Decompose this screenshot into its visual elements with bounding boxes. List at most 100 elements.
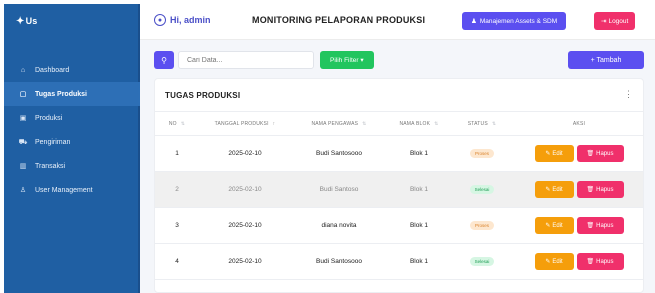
status-badge: Proses	[469, 149, 494, 158]
edit-button[interactable]: ✎ Edit	[534, 217, 574, 234]
logo-mark-icon: ✦	[16, 16, 25, 27]
block-name: Blok 1	[387, 135, 451, 172]
actions-cell: ✎ Edit 🗑 Hapus	[513, 135, 643, 172]
more-options-icon[interactable]: ⋮	[624, 89, 633, 100]
edit-button[interactable]: ✎ Edit	[534, 145, 574, 162]
block-name: Blok 1	[387, 243, 451, 280]
manage-assets-button[interactable]: ♟ Manajemen Assets & SDM	[462, 12, 567, 30]
actions-cell: ✎ Edit 🗑 Hapus	[513, 171, 643, 208]
sidebar-item-pengiriman[interactable]: ⛟ Pengiriman	[4, 130, 140, 154]
sidebar-item-transaksi[interactable]: ▥ Transaksi	[4, 154, 140, 178]
delete-button[interactable]: 🗑 Hapus	[576, 217, 624, 234]
sidebar-item-label: Produksi	[35, 114, 63, 122]
col-status-header[interactable]: STATUS ⇅	[451, 111, 513, 136]
col-block-header[interactable]: NAMA BLOK ⇅	[387, 111, 451, 136]
edit-button[interactable]: ✎ Edit	[534, 253, 574, 270]
supervisor-name: Budi Santosooo	[291, 243, 387, 280]
sort-icon[interactable]: ⇅	[492, 121, 496, 127]
table-body: 1 2025-02-10 Budi Santosooo Blok 1 Proses ✎ Ed…	[155, 135, 643, 280]
truck-icon: ⛟	[18, 138, 28, 146]
row-number: 3	[155, 207, 199, 244]
search-input[interactable]	[178, 51, 314, 69]
col-supervisor-header[interactable]: NAMA PENGAWAS ⇅	[291, 111, 387, 136]
status-badge: Selesai	[469, 257, 495, 266]
greeting-text: Hi, admin	[170, 15, 211, 25]
trash-icon: 🗑	[586, 223, 595, 229]
add-button[interactable]: + Tambah	[568, 51, 644, 69]
supervisor-name: diana novita	[291, 207, 387, 244]
logout-label: Logout	[608, 17, 629, 25]
sidebar-item-dashboard[interactable]: ⌂ Dashboard	[4, 58, 140, 82]
delete-button[interactable]: 🗑 Hapus	[576, 253, 624, 270]
supervisor-name: Budi Santoso	[291, 171, 387, 208]
sort-asc-icon[interactable]: ↑	[273, 121, 276, 127]
actions-cell: ✎ Edit 🗑 Hapus	[513, 243, 643, 280]
delete-label: Hapus	[596, 222, 614, 229]
row-number: 2	[155, 171, 199, 208]
col-no-header[interactable]: NO ⇅	[155, 111, 199, 136]
logout-button[interactable]: ⇥ Logout	[594, 12, 636, 30]
filter-dropdown-button[interactable]: Pilih Filter ▾	[320, 51, 374, 69]
delete-button[interactable]: 🗑 Hapus	[576, 181, 624, 198]
sort-icon[interactable]: ⇅	[362, 121, 366, 127]
sort-icon[interactable]: ⇅	[434, 121, 438, 127]
toolbar: ⚲ Pilih Filter ▾ + Tambah	[154, 51, 644, 71]
production-date: 2025-02-10	[199, 135, 291, 172]
card-title: TUGAS PRODUKSI	[165, 91, 241, 100]
column-header-label: NAMA PENGAWAS	[311, 120, 359, 127]
logout-icon: ⇥	[601, 18, 607, 25]
edit-button[interactable]: ✎ Edit	[534, 181, 574, 198]
sidebar-item-label: Dashboard	[35, 66, 70, 74]
search-button[interactable]: ⚲	[154, 51, 174, 69]
column-header-label: STATUS	[467, 120, 488, 127]
delete-label: Hapus	[596, 186, 614, 193]
sidebar-item-user-management[interactable]: ♙ User Management	[4, 178, 140, 202]
delete-button[interactable]: 🗑 Hapus	[576, 145, 624, 162]
block-name: Blok 1	[387, 207, 451, 244]
user-circle-icon: ●	[154, 14, 166, 26]
logo: ✦Us	[16, 16, 38, 27]
row-number: 4	[155, 243, 199, 280]
trash-icon: 🗑	[586, 259, 595, 265]
logo-text: Us	[25, 16, 38, 26]
pencil-icon: ✎	[545, 151, 551, 157]
column-header-label: TANGGAL PRODUKSI	[214, 120, 269, 127]
status-cell: Proses	[451, 207, 513, 244]
production-date: 2025-02-10	[199, 171, 291, 208]
delete-label: Hapus	[596, 258, 614, 265]
search-icon: ⚲	[161, 55, 167, 65]
column-header-label: NO	[168, 120, 177, 127]
user-greeting[interactable]: ● Hi, admin	[154, 14, 211, 26]
row-number: 1	[155, 135, 199, 172]
trash-icon: 🗑	[586, 187, 595, 193]
sidebar-item-produksi[interactable]: ▣ Produksi	[4, 106, 140, 130]
trash-icon: 🗑	[586, 151, 595, 157]
sidebar: ✦Us ⌂ Dashboard ▢ Tugas Produksi ▣ Produksi ⛟ P…	[4, 4, 140, 293]
home-icon: ⌂	[20, 66, 26, 74]
page-title: MONITORING PELAPORAN PRODUKSI	[252, 15, 426, 25]
main-content: ⚲ Pilih Filter ▾ + Tambah TUGAS PRODUKSI…	[140, 40, 655, 293]
production-tasks-table: NO ⇅ TANGGAL PRODUKSI ↑ NAMA PENGAWAS ⇅ NAMA B…	[155, 111, 643, 280]
sort-icon[interactable]: ⇅	[181, 121, 185, 127]
sidebar-item-tugas-produksi[interactable]: ▢ Tugas Produksi	[4, 82, 140, 106]
sidebar-item-label: User Management	[35, 186, 93, 194]
sidebar-nav: ⌂ Dashboard ▢ Tugas Produksi ▣ Produksi ⛟ Pengi…	[4, 58, 140, 202]
users-icon: ♟	[471, 18, 477, 25]
col-date-header[interactable]: TANGGAL PRODUKSI ↑	[199, 111, 291, 136]
transaction-icon: ▥	[19, 163, 27, 170]
production-date: 2025-02-10	[199, 207, 291, 244]
status-cell: Selesai	[451, 171, 513, 208]
sidebar-item-label: Transaksi	[35, 162, 66, 170]
block-name: Blok 1	[387, 171, 451, 208]
edit-label: Edit	[552, 222, 563, 229]
table-row[interactable]: 3 2025-02-10 diana novita Blok 1 Proses ✎ Edit…	[155, 207, 643, 244]
supervisor-name: Budi Santosooo	[291, 135, 387, 172]
table-row[interactable]: 1 2025-02-10 Budi Santosooo Blok 1 Proses ✎ Ed…	[155, 135, 643, 172]
table-row[interactable]: 2 2025-02-10 Budi Santoso Blok 1 Selesai ✎ Edi…	[155, 171, 643, 208]
sidebar-item-label: Pengiriman	[35, 138, 71, 146]
status-cell: Selesai	[451, 243, 513, 280]
table-row[interactable]: 4 2025-02-10 Budi Santosooo Blok 1 Selesai ✎ E…	[155, 243, 643, 280]
pencil-icon: ✎	[545, 187, 551, 193]
status-badge: Proses	[469, 221, 494, 230]
pencil-icon: ✎	[545, 223, 551, 229]
